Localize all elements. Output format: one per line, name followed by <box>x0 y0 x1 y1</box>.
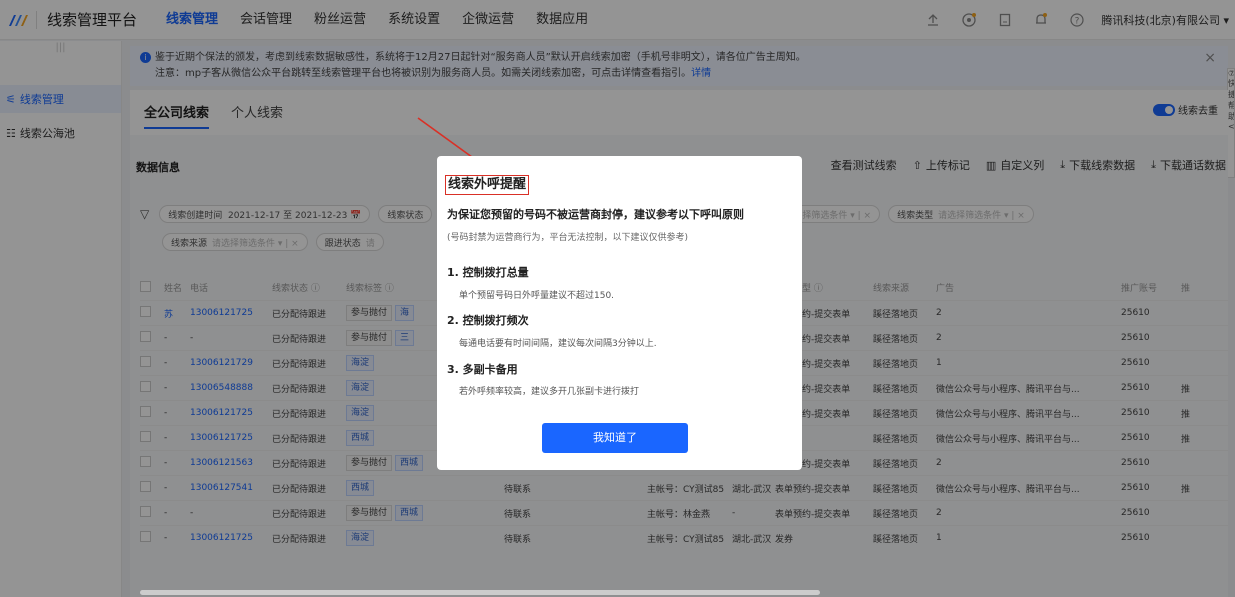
step-title: 1. 控制拨打总量 <box>447 266 529 279</box>
step-title: 3. 多副卡备用 <box>447 363 518 376</box>
dialog-title: 线索外呼提醒 <box>445 175 530 195</box>
horizontal-scrollbar[interactable] <box>140 590 820 595</box>
step-description: 每通电话要有时间间隔，建议每次间隔3分钟以上. <box>459 339 657 349</box>
outbound-call-reminder-dialog: 线索外呼提醒 为保证您预留的号码不被运营商封停，建议参考以下呼叫原则 (号码封禁… <box>437 156 802 470</box>
confirm-button[interactable]: 我知道了 <box>542 423 688 453</box>
step-description: 若外呼频率较高，建议多开几张副卡进行拨打 <box>459 387 640 397</box>
dialog-subtitle: (号码封禁为运营商行为，平台无法控制，以下建议仅供参考) <box>447 233 689 243</box>
dialog-heading: 为保证您预留的号码不被运营商封停，建议参考以下呼叫原则 <box>447 208 744 221</box>
step-description: 单个预留号码日外呼量建议不超过150. <box>459 291 615 301</box>
step-title: 2. 控制拨打频次 <box>447 314 529 327</box>
